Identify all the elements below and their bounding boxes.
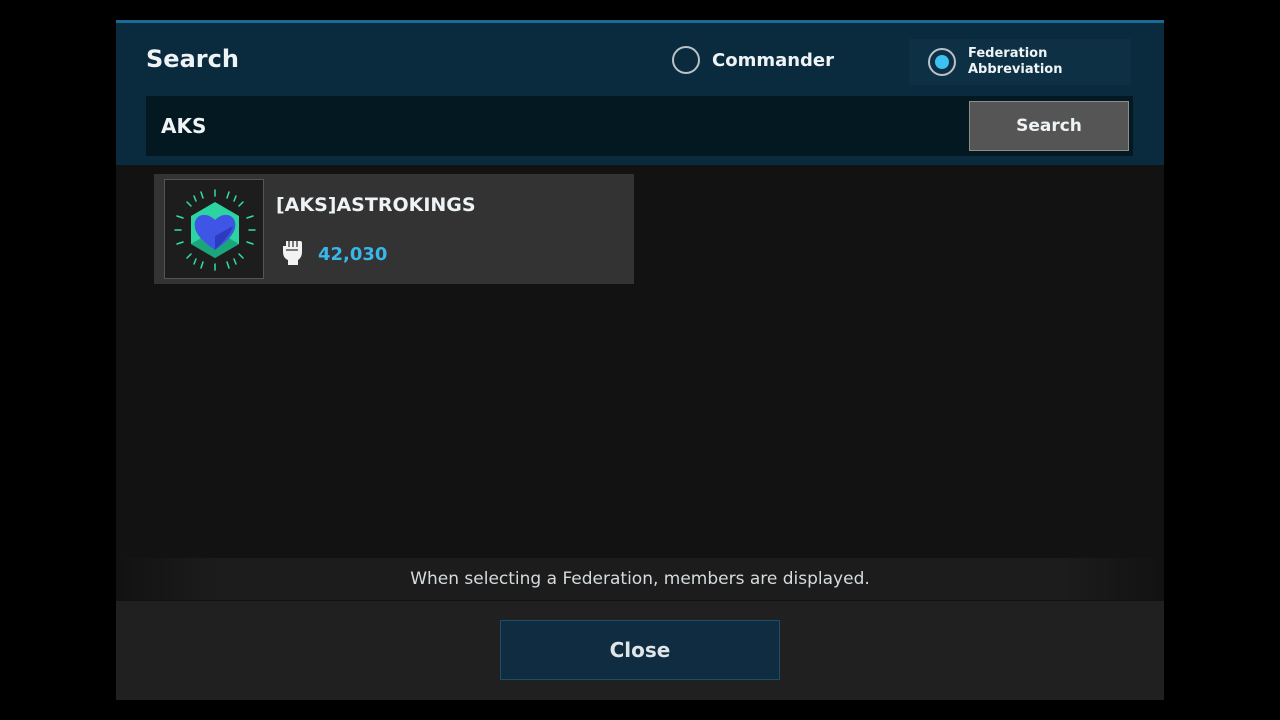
- radio-circle-federation-abbreviation[interactable]: [928, 48, 956, 76]
- info-text: When selecting a Federation, members are…: [410, 569, 870, 589]
- search-input[interactable]: [146, 96, 966, 156]
- search-dialog: Search Commander Federation Abbreviation…: [116, 20, 1164, 700]
- federation-result-card[interactable]: [AKS]ASTROKINGS 42,030: [154, 174, 634, 284]
- federation-power-value: 42,030: [318, 243, 388, 265]
- dialog-title: Search: [146, 45, 239, 73]
- close-button[interactable]: Close: [500, 620, 780, 680]
- dialog-header: Search Commander Federation Abbreviation…: [116, 23, 1164, 165]
- radio-label-line2: Abbreviation: [968, 62, 1063, 77]
- federation-name: [AKS]ASTROKINGS: [276, 194, 476, 216]
- radio-federation-abbreviation[interactable]: Federation Abbreviation: [909, 39, 1131, 85]
- results-list: [AKS]ASTROKINGS 42,030: [154, 174, 634, 284]
- info-bar: When selecting a Federation, members are…: [116, 558, 1164, 600]
- federation-emblem-icon: [164, 179, 264, 279]
- fist-icon: [280, 238, 306, 270]
- radio-circle-commander[interactable]: [672, 46, 700, 74]
- search-button[interactable]: Search: [969, 101, 1129, 151]
- federation-power: 42,030: [280, 238, 387, 270]
- radio-label-federation-abbreviation: Federation Abbreviation: [968, 46, 1062, 78]
- radio-label-line1: Federation: [968, 46, 1048, 61]
- radio-commander[interactable]: Commander: [672, 46, 834, 74]
- search-bar: Search: [146, 96, 1133, 156]
- radio-label-commander: Commander: [712, 49, 835, 71]
- dialog-footer: Close: [116, 601, 1164, 700]
